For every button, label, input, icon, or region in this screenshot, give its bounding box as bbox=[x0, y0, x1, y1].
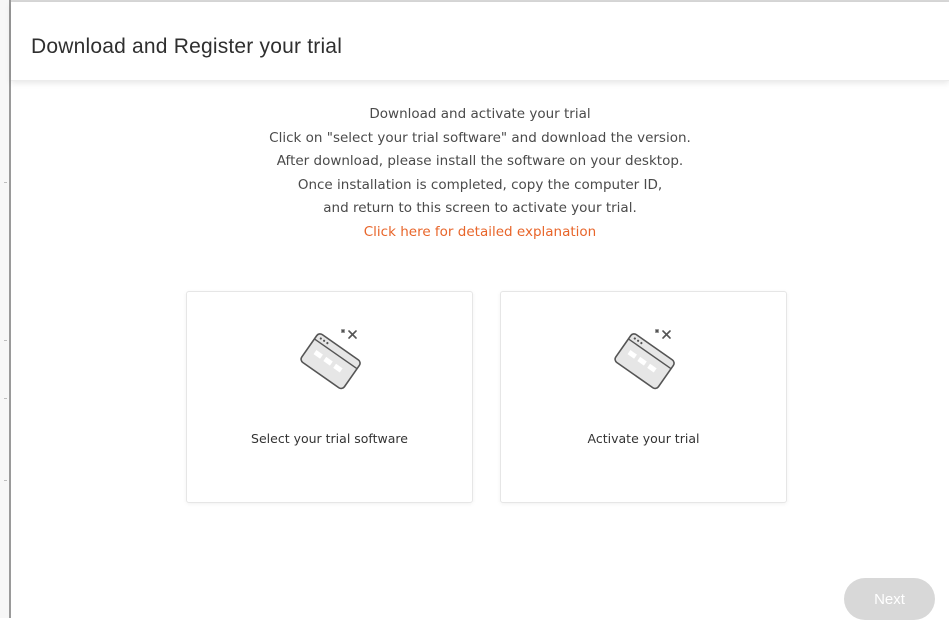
instruction-line: After download, please install the softw… bbox=[276, 153, 684, 169]
background-panel-edge bbox=[0, 0, 9, 618]
app-frame: Download and Register your trial Downloa… bbox=[0, 0, 949, 620]
instruction-line: Once installation is completed, copy the… bbox=[297, 176, 663, 193]
edge-tick bbox=[4, 480, 7, 481]
card-label: Activate your trial bbox=[587, 431, 700, 446]
instruction-line: and return to this screen to activate yo… bbox=[323, 200, 637, 216]
instruction-line: Download and activate your trial bbox=[369, 106, 591, 122]
instruction-line: Click on "select your trial software" an… bbox=[269, 129, 691, 146]
select-trial-software-card[interactable]: Select your trial software bbox=[186, 291, 473, 503]
detailed-explanation-link[interactable]: Click here for detailed explanation bbox=[11, 221, 949, 245]
software-window-icon bbox=[300, 329, 361, 390]
trial-dialog: Download and Register your trial Downloa… bbox=[11, 0, 949, 620]
card-label: Select your trial software bbox=[251, 431, 408, 446]
dialog-title: Download and Register your trial bbox=[31, 35, 343, 58]
activate-trial-card[interactable]: Activate your trial bbox=[500, 291, 787, 503]
instructions: Download and activate your trial Click o… bbox=[11, 103, 949, 244]
edge-tick bbox=[4, 182, 7, 183]
next-button[interactable]: Next bbox=[844, 578, 935, 620]
edge-tick bbox=[4, 398, 7, 399]
edge-tick bbox=[4, 340, 7, 341]
software-window-icon bbox=[614, 329, 675, 390]
dialog-header: Download and Register your trial bbox=[11, 2, 949, 81]
